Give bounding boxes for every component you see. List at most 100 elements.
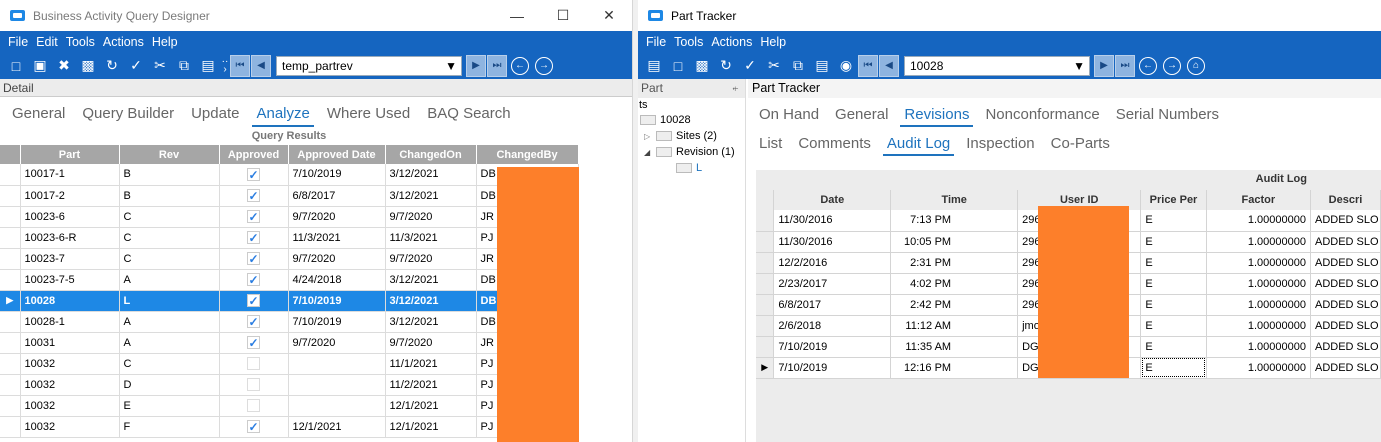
- back-icon[interactable]: ←: [1139, 56, 1157, 75]
- menu-help[interactable]: Help: [756, 35, 790, 49]
- tab-serial-numbers[interactable]: Serial Numbers: [1112, 106, 1223, 127]
- cell-approved-date[interactable]: 7/10/2019: [288, 164, 386, 186]
- chevron-down-icon[interactable]: ▼: [445, 59, 457, 73]
- menu-tools[interactable]: Tools: [670, 35, 707, 49]
- first-record-icon[interactable]: ⏮: [858, 54, 878, 77]
- cell-approved-date[interactable]: 12/1/2021: [288, 416, 386, 438]
- cell-part[interactable]: 10032: [20, 395, 120, 417]
- cut-icon[interactable]: ✂: [762, 55, 786, 77]
- table-row[interactable]: 10023-7 C ✓ 9/7/2020 9/7/2020 JR: [0, 248, 579, 270]
- column-header-approved[interactable]: Approved: [219, 145, 289, 164]
- tab-revisions[interactable]: Revisions: [900, 106, 974, 127]
- attachment-icon[interactable]: ▩: [690, 55, 714, 77]
- cell-approved-date[interactable]: 9/7/2020: [288, 332, 386, 354]
- cell-rev[interactable]: A: [119, 269, 220, 291]
- pin-icon[interactable]: ⍅: [732, 79, 739, 98]
- table-row[interactable]: 10023-6 C ✓ 9/7/2020 9/7/2020 JR: [0, 206, 579, 228]
- column-header-rev[interactable]: Rev: [119, 145, 220, 164]
- cell-date[interactable]: 11/30/2016: [773, 231, 892, 253]
- cell-rev[interactable]: C: [119, 248, 220, 270]
- cell-approved-date[interactable]: 7/10/2019: [288, 290, 386, 312]
- cell-rev[interactable]: A: [119, 311, 220, 333]
- cell-changed-on[interactable]: 3/12/2021: [385, 290, 477, 312]
- row-indicator[interactable]: [0, 248, 21, 270]
- table-row[interactable]: 10032 F ✓ 12/1/2021 12/1/2021 PJ: [0, 416, 579, 438]
- cell-time[interactable]: 2:42 PM: [890, 294, 1019, 316]
- cell-rev[interactable]: F: [119, 416, 220, 438]
- menu-actions[interactable]: Actions: [99, 35, 148, 49]
- checked-checkbox-icon[interactable]: ✓: [247, 189, 260, 202]
- tab-general[interactable]: General: [8, 105, 69, 127]
- cell-approved[interactable]: ✓: [219, 206, 289, 228]
- paste-icon[interactable]: ▤: [196, 55, 220, 77]
- maximize-icon[interactable]: ☐: [540, 7, 586, 24]
- row-indicator[interactable]: [0, 311, 21, 333]
- tab-comments[interactable]: Comments: [794, 135, 875, 156]
- tab-where-used[interactable]: Where Used: [323, 105, 414, 127]
- chevron-down-icon[interactable]: ▼: [1073, 59, 1085, 73]
- cell-part[interactable]: 10023-6: [20, 206, 120, 228]
- cell-price-per[interactable]: E: [1140, 252, 1207, 274]
- cell-changed-on[interactable]: 12/1/2021: [385, 395, 477, 417]
- cell-factor[interactable]: 1.00000000: [1206, 357, 1311, 379]
- collapse-arrow-icon[interactable]: ◢: [644, 148, 656, 157]
- save-icon[interactable]: ▣: [28, 55, 52, 77]
- part-number-combo[interactable]: 10028 ▼: [904, 55, 1090, 76]
- row-indicator[interactable]: [756, 315, 775, 337]
- cell-part[interactable]: 10017-1: [20, 164, 120, 186]
- cell-part[interactable]: 10032: [20, 353, 120, 375]
- cell-factor[interactable]: 1.00000000: [1206, 315, 1311, 337]
- cell-factor[interactable]: 1.00000000: [1206, 294, 1311, 316]
- cell-approved[interactable]: ✓: [219, 290, 289, 312]
- last-record-icon[interactable]: ⏭: [487, 54, 507, 77]
- column-header-changed-by[interactable]: ChangedBy: [476, 145, 579, 164]
- tree-rev-item[interactable]: L: [638, 160, 745, 176]
- cell-approved-date[interactable]: 6/8/2017: [288, 185, 386, 207]
- cell-changed-on[interactable]: 3/12/2021: [385, 269, 477, 291]
- cell-approved[interactable]: ✓: [219, 248, 289, 270]
- cell-factor[interactable]: 1.00000000: [1206, 231, 1311, 253]
- cell-description[interactable]: ADDED SLO: [1310, 252, 1381, 274]
- cell-approved[interactable]: ✓: [219, 332, 289, 354]
- cell-description[interactable]: ADDED SLO: [1310, 231, 1381, 253]
- book-icon[interactable]: ▤: [642, 55, 666, 77]
- tab-co-parts[interactable]: Co-Parts: [1047, 135, 1114, 156]
- cell-date[interactable]: 11/30/2016: [773, 210, 892, 232]
- cell-part[interactable]: 10032: [20, 374, 120, 396]
- cell-approved[interactable]: ✓: [219, 416, 289, 438]
- cell-time[interactable]: 11:35 AM: [890, 336, 1019, 358]
- row-indicator[interactable]: [756, 210, 775, 232]
- cell-date[interactable]: 2/23/2017: [773, 273, 892, 295]
- row-indicator[interactable]: [756, 231, 775, 253]
- cell-changed-on[interactable]: 12/1/2021: [385, 416, 477, 438]
- new-icon[interactable]: □: [4, 55, 28, 77]
- row-indicator[interactable]: [0, 206, 21, 228]
- cell-changed-on[interactable]: 3/12/2021: [385, 164, 477, 186]
- query-id-combo[interactable]: temp_partrev ▼: [276, 55, 462, 76]
- tab-update[interactable]: Update: [187, 105, 243, 127]
- table-row[interactable]: 10023-6-R C ✓ 11/3/2021 11/3/2021 PJ: [0, 227, 579, 249]
- cell-approved[interactable]: ✓: [219, 374, 289, 396]
- cell-approved[interactable]: ✓: [219, 164, 289, 186]
- cell-approved[interactable]: ✓: [219, 269, 289, 291]
- refresh-icon[interactable]: ↻: [100, 55, 124, 77]
- row-indicator[interactable]: [0, 164, 21, 186]
- next-record-icon[interactable]: ▶: [1094, 54, 1114, 77]
- cell-changed-on[interactable]: 9/7/2020: [385, 248, 477, 270]
- tab-audit-log[interactable]: Audit Log: [882, 135, 955, 156]
- back-icon[interactable]: ←: [511, 56, 529, 75]
- cell-part[interactable]: 10028-1: [20, 311, 120, 333]
- cell-date[interactable]: 12/2/2016: [773, 252, 892, 274]
- cell-part[interactable]: 10017-2: [20, 185, 120, 207]
- unchecked-checkbox-icon[interactable]: ✓: [247, 378, 260, 391]
- cell-description[interactable]: ADDED SLO: [1310, 273, 1381, 295]
- checked-checkbox-icon[interactable]: ✓: [247, 420, 260, 433]
- first-record-icon[interactable]: ⏮: [230, 54, 250, 77]
- checked-checkbox-icon[interactable]: ✓: [247, 210, 260, 223]
- checked-checkbox-icon[interactable]: ✓: [247, 167, 260, 181]
- table-row[interactable]: 10028-1 A ✓ 7/10/2019 3/12/2021 DB: [0, 311, 579, 333]
- menu-file[interactable]: File: [4, 35, 32, 49]
- row-indicator[interactable]: [756, 336, 775, 358]
- cell-price-per[interactable]: E: [1140, 336, 1207, 358]
- cell-approved-date[interactable]: [288, 353, 386, 375]
